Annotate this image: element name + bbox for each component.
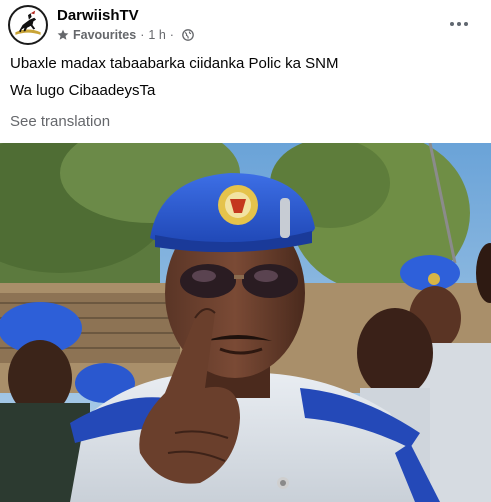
see-translation-link[interactable]: See translation <box>10 113 110 130</box>
meta-separator-2: · <box>169 28 174 42</box>
globe-icon[interactable] <box>182 29 194 41</box>
post-text-line-2: Wa lugo CibaadeysTa <box>10 82 156 99</box>
star-icon <box>57 29 69 41</box>
post-photo[interactable] <box>0 143 491 502</box>
meta-separator: · <box>140 28 145 42</box>
post-header: DarwiishTV Favourites · 1 h · <box>0 0 491 52</box>
more-options-icon <box>450 22 454 26</box>
post-text-line-1: Ubaxle madax tabaabarka ciidanka Polic k… <box>10 55 339 72</box>
more-options-button[interactable] <box>446 12 472 36</box>
post-meta: Favourites · 1 h · <box>57 28 194 42</box>
page-avatar[interactable] <box>8 5 48 45</box>
page-name[interactable]: DarwiishTV <box>57 7 139 24</box>
post-timestamp[interactable]: 1 h <box>148 28 165 42</box>
police-officer-photo <box>0 143 491 502</box>
audience-label[interactable]: Favourites <box>73 28 136 42</box>
horse-rider-logo-icon <box>10 7 46 43</box>
